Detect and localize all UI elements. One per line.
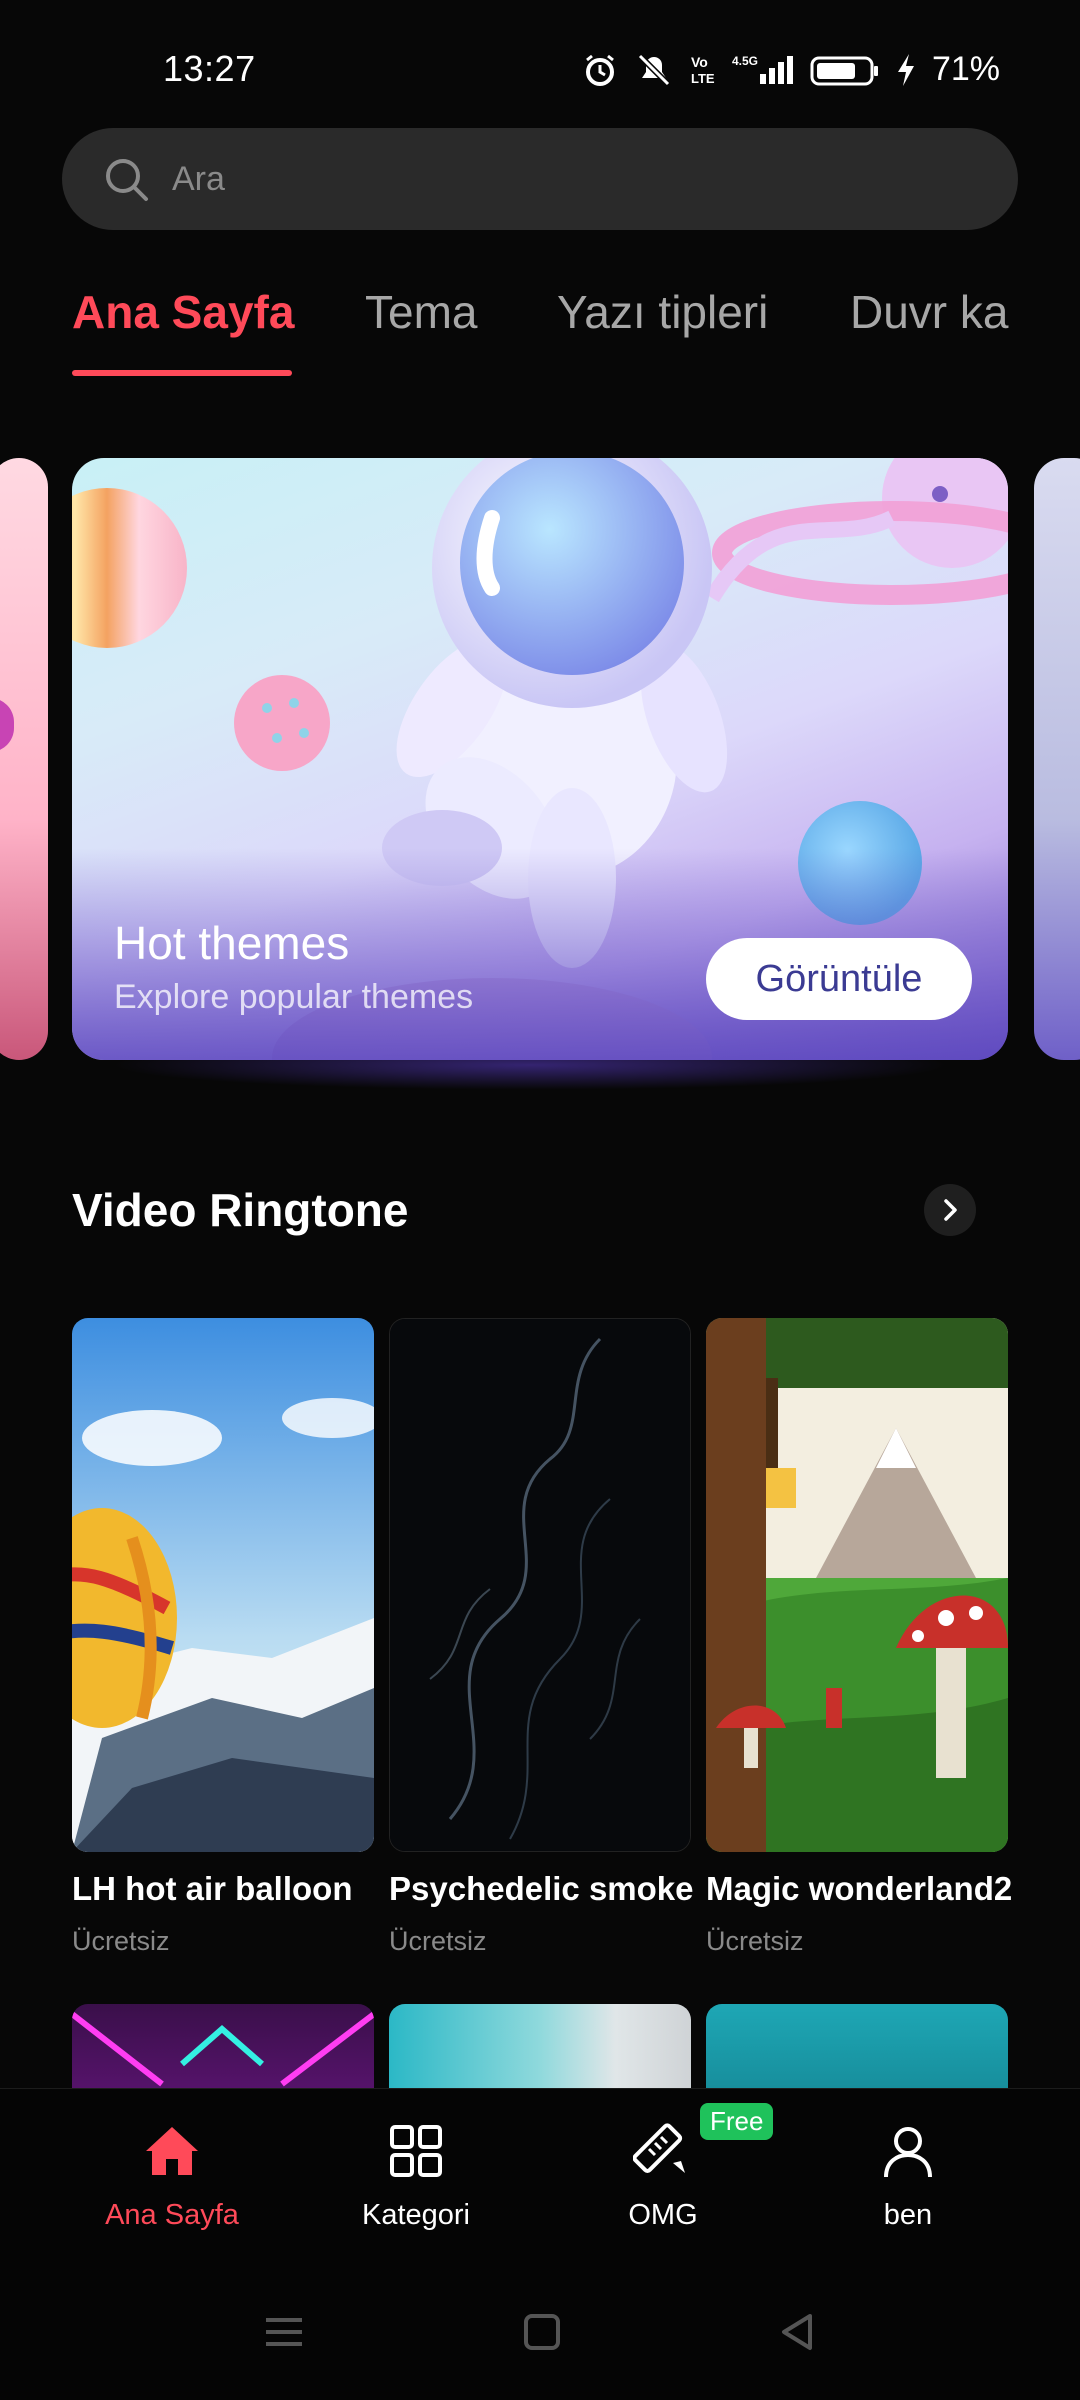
signal-icon: 4.5G <box>732 54 793 84</box>
chevron-right-icon <box>944 1199 957 1221</box>
svg-text:LTE: LTE <box>691 71 715 86</box>
ringtone-card-balloon[interactable] <box>72 1318 374 1852</box>
banner-subtitle: Explore popular themes <box>114 978 474 1016</box>
mute-icon <box>637 53 671 86</box>
search-input[interactable] <box>172 159 952 199</box>
wonderland-thumbnail <box>706 1318 1008 1852</box>
nav-ana-sayfa[interactable]: Ana Sayfa <box>72 2119 272 2232</box>
charging-icon <box>897 53 914 86</box>
card-title: LH hot air balloon <box>72 1870 353 1907</box>
grid-icon <box>390 2125 442 2177</box>
nav-ben[interactable]: ben <box>808 2119 1008 2232</box>
nav-label: Kategori <box>361 2199 470 2231</box>
card-price: Ücretsiz <box>706 1926 804 1956</box>
alarm-icon <box>585 54 614 86</box>
tab-yazi-tipleri[interactable]: Yazı tipleri <box>557 285 768 339</box>
section-more-button[interactable] <box>924 1184 976 1236</box>
card-title: Psychedelic smoke <box>389 1870 694 1907</box>
svg-text:Vo: Vo <box>691 54 708 70</box>
card-title: Magic wonderland2 <box>706 1870 1013 1907</box>
search-icon <box>106 159 148 201</box>
status-bar: 13:27 Vo LTE 4.5G 71% <box>0 0 1080 110</box>
card-price: Ücretsiz <box>389 1926 487 1956</box>
status-icons: Vo LTE 4.5G 71% <box>582 50 1000 89</box>
ringtone-card-smoke[interactable] <box>389 1318 691 1852</box>
volte-icon: VoLTE <box>691 54 715 86</box>
svg-text:4.5G: 4.5G <box>732 54 758 68</box>
status-time: 13:27 <box>163 48 256 89</box>
nav-label: Ana Sayfa <box>105 2199 239 2231</box>
nav-kategori[interactable]: Kategori <box>316 2119 516 2232</box>
search-bar[interactable] <box>62 128 1018 230</box>
tab-duvar-kagidi[interactable]: Duvr ka <box>850 285 1008 339</box>
back-icon[interactable] <box>776 2310 820 2354</box>
banner-next-card[interactable] <box>1034 458 1080 1060</box>
active-tab-indicator <box>72 370 292 376</box>
banner-hot-themes[interactable]: Hot themes Explore popular themes Görünt… <box>72 458 1008 1060</box>
section-title: Video Ringtone <box>72 1184 409 1236</box>
free-badge: Free <box>700 2103 774 2140</box>
battery-icon <box>810 56 878 85</box>
nav-label: OMG <box>628 2199 698 2231</box>
tab-tema[interactable]: Tema <box>365 285 477 339</box>
person-icon <box>884 2127 932 2178</box>
view-button[interactable]: Görüntüle <box>706 938 972 1020</box>
ruler-pencil-icon <box>633 2123 685 2173</box>
nav-label: ben <box>883 2199 933 2231</box>
home-icon <box>146 2127 198 2175</box>
home-button-icon[interactable] <box>520 2310 564 2354</box>
battery-percentage: 71% <box>931 50 1000 88</box>
card-price: Ücretsiz <box>72 1926 170 1956</box>
menu-icon[interactable] <box>262 2310 306 2354</box>
tab-ana-sayfa[interactable]: Ana Sayfa <box>72 285 294 339</box>
balloon-thumbnail <box>72 1318 374 1852</box>
ringtone-card-wonderland[interactable] <box>706 1318 1008 1852</box>
smoke-thumbnail <box>390 1319 690 1851</box>
banner-prev-card[interactable] <box>0 458 48 1060</box>
banner-title: Hot themes <box>114 917 350 969</box>
